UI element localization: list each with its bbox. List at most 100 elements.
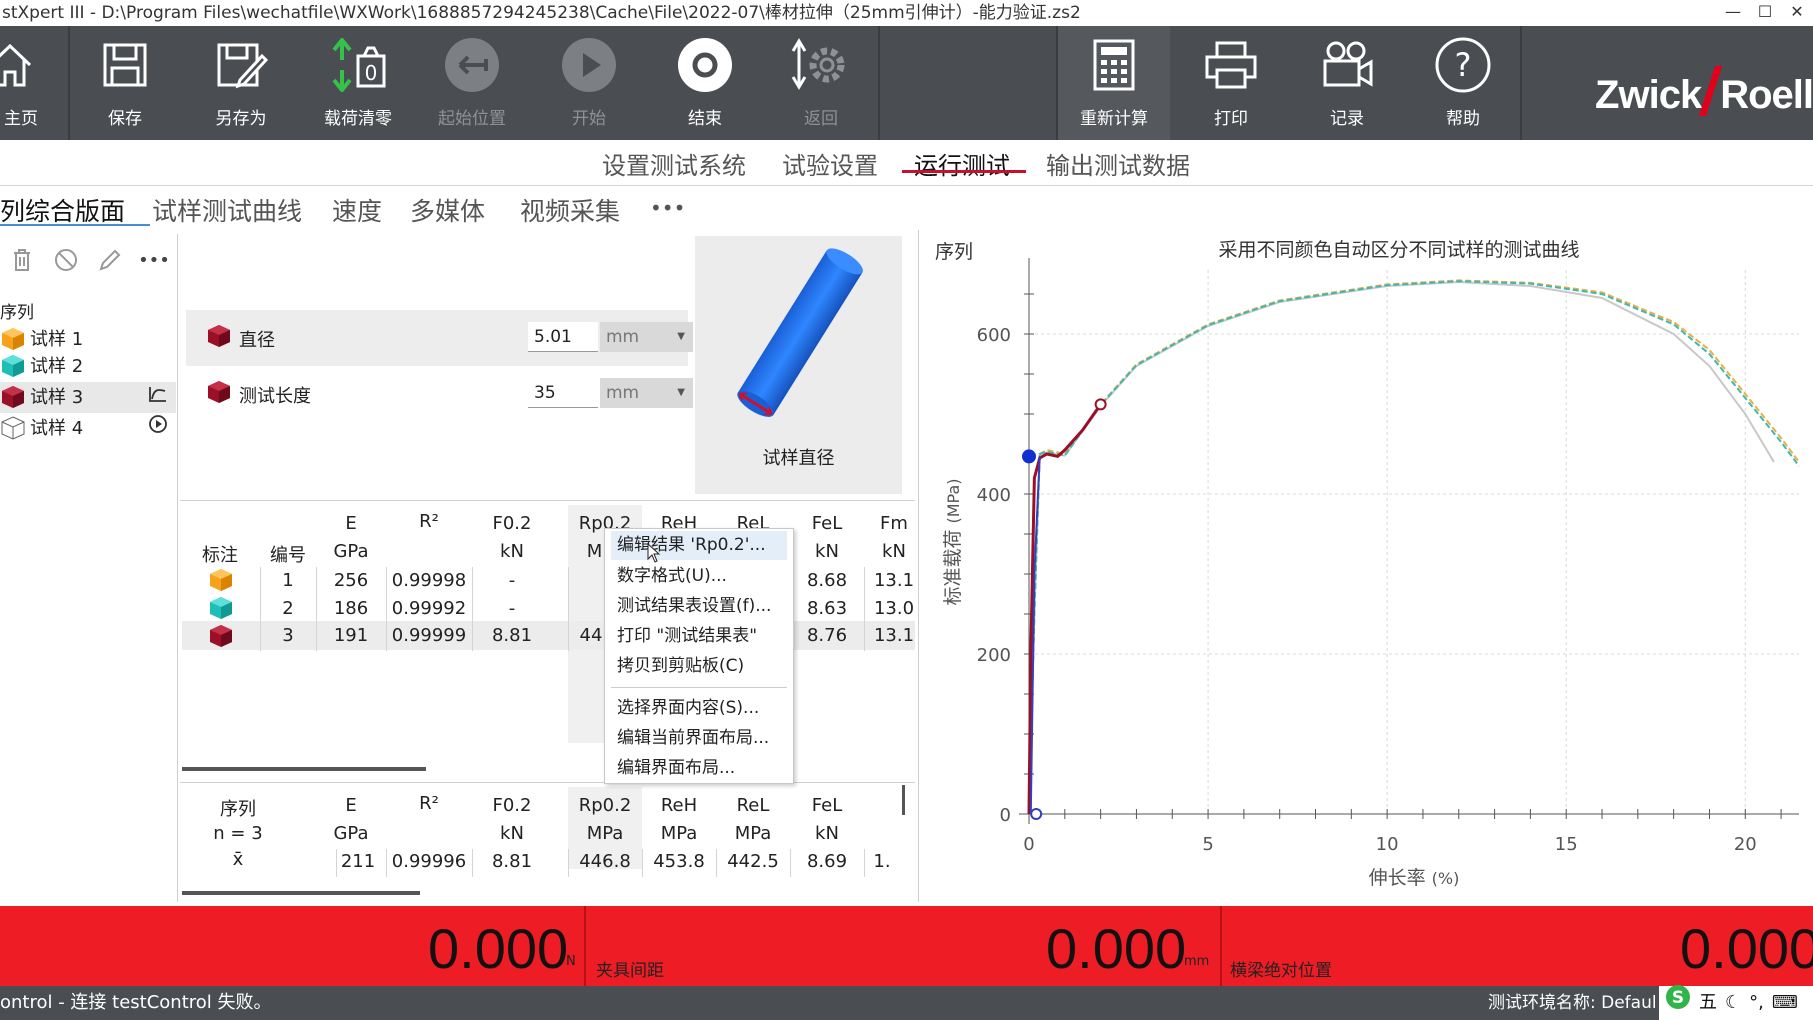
cell-fel: 8.68 <box>806 570 848 591</box>
window-title-bar: stXpert III - D:\Program Files\wechatfil… <box>0 0 1813 26</box>
menu-edit-result[interactable]: 编辑结果 'Rp0.2'... <box>611 531 787 560</box>
punctuation-icon: °, <box>1749 992 1764 1013</box>
menu-select-content[interactable]: 选择界面内容(S)... <box>611 694 787 723</box>
play-circle-icon[interactable] <box>148 413 168 444</box>
force-unit: N <box>566 954 576 969</box>
mean-rp02: 446.8 <box>579 851 631 872</box>
status-message: ontrol - 连接 testControl 失败。 <box>0 992 272 1013</box>
horizontal-scrollbar[interactable] <box>182 891 420 895</box>
specimen-item-4[interactable]: 试样 4 <box>0 413 176 444</box>
test-length-unit-select[interactable]: mm <box>600 378 693 408</box>
chart-title: 采用不同颜色自动区分不同试样的测试曲线 <box>1218 239 1579 261</box>
start-button[interactable]: 开始 <box>556 26 622 140</box>
menu-number-format[interactable]: 数字格式(U)... <box>611 562 787 591</box>
specimen-cube-icon <box>2 355 24 377</box>
grip-distance-label: 夹具间距 <box>596 961 664 981</box>
cell-fm: 13.1 <box>873 625 915 646</box>
horizontal-scrollbar[interactable] <box>182 767 426 771</box>
statistics-table: 序列 n = 3 x̄ E GPa R² F0.2 kN Rp0.2 MPa R… <box>180 782 915 902</box>
cell-fel: 8.63 <box>806 598 848 619</box>
cell-f02: - <box>508 598 516 619</box>
specimen-item-2[interactable]: 试样 2 <box>0 351 176 382</box>
ime-toolbar[interactable]: S 五 ☾ °, ⌨ <box>1659 985 1813 1020</box>
save-button[interactable]: 保存 <box>92 26 158 140</box>
help-icon: ? <box>1430 32 1496 98</box>
curve-icon[interactable] <box>148 382 168 413</box>
invalidate-icon[interactable] <box>44 248 88 278</box>
cell-fm: 13.1 <box>873 570 915 591</box>
tab-run-test[interactable]: 运行测试 <box>914 146 1010 181</box>
crosshead-position-readout: 0.000 <box>1680 917 1813 980</box>
minimize-button[interactable]: — <box>1717 0 1749 26</box>
home-icon <box>0 32 43 98</box>
edit-icon[interactable] <box>88 248 132 278</box>
tab-video-capture[interactable]: 视频采集 <box>520 192 620 228</box>
x-tick-label: 0 <box>1023 834 1034 855</box>
specimen-caption: 试样直径 <box>762 448 835 469</box>
record-button[interactable]: 记录 <box>1312 26 1382 140</box>
specimen-item-3[interactable]: 试样 3 <box>0 382 176 413</box>
menu-edit-layout[interactable]: 编辑界面布局... <box>611 754 787 783</box>
col-header-rp02: Rp0.2 <box>578 795 632 816</box>
mean-r2: 0.99996 <box>391 851 467 872</box>
stop-icon <box>672 32 738 98</box>
return-button[interactable]: 返回 <box>788 26 854 140</box>
window-controls: — ☐ ✕ <box>1717 0 1813 26</box>
col-header-number: 编号 <box>270 545 306 566</box>
menu-edit-current-layout[interactable]: 编辑当前界面布局... <box>611 724 787 753</box>
recalculate-button[interactable]: 重新计算 <box>1058 26 1170 140</box>
start-position-button[interactable]: 起始位置 <box>432 26 512 140</box>
col-header-e: E <box>345 795 357 816</box>
col-header-reh: ReH <box>660 795 698 816</box>
menu-print-table[interactable]: 打印 "测试结果表" <box>611 622 787 651</box>
more-tabs-button[interactable]: ••• <box>650 196 685 220</box>
tab-speed[interactable]: 速度 <box>332 192 382 228</box>
col-header-e: E <box>345 513 357 534</box>
svg-text:S: S <box>1672 988 1684 1008</box>
col-header-marker: 标注 <box>202 545 238 566</box>
tab-overview[interactable]: 列综合版面 <box>0 192 125 228</box>
cell-r2: 0.99999 <box>391 625 467 646</box>
col-header-fel: FeL <box>811 795 843 816</box>
specimen-cube-icon <box>2 328 24 350</box>
cell-fm: 13.0 <box>873 598 915 619</box>
cell-number: 3 <box>282 625 294 646</box>
x-tick-label: 15 <box>1555 834 1578 855</box>
save-as-icon <box>208 32 274 98</box>
readout-divider <box>1220 906 1222 986</box>
diameter-label: 直径 <box>239 330 275 351</box>
close-button[interactable]: ✕ <box>1781 0 1813 26</box>
menu-table-settings[interactable]: 测试结果表设置(f)... <box>611 592 787 621</box>
delete-icon[interactable] <box>0 248 44 278</box>
test-length-input[interactable]: 35 <box>528 378 598 408</box>
vertical-scrollbar[interactable] <box>902 785 905 815</box>
diameter-unit-select[interactable]: mm <box>600 322 693 352</box>
tare-load-button[interactable]: 0 载荷清零 <box>318 26 398 140</box>
cell-e: 256 <box>333 570 369 591</box>
col-header-r2: R² <box>419 793 439 814</box>
tab-export-data[interactable]: 输出测试数据 <box>1046 146 1190 181</box>
stress-strain-chart[interactable]: 0 5 10 15 200200400600序列 采用不同颜色自动区分不同试样的测试曲线伸… <box>919 230 1813 902</box>
view-tabs: 列综合版面 试样测试曲线 速度 多媒体 视频采集 ••• <box>0 188 1813 230</box>
diameter-input[interactable]: 5.01 <box>528 322 598 352</box>
active-tab-indicator <box>902 170 1026 173</box>
home-button[interactable]: 主页 <box>0 26 42 140</box>
mean-f02: 8.81 <box>491 851 533 872</box>
menu-copy-clipboard[interactable]: 拷贝到剪贴板(C) <box>611 652 787 681</box>
zwickroell-logo: Zwick Roell <box>1595 66 1813 118</box>
stop-button[interactable]: 结束 <box>672 26 738 140</box>
more-options-icon[interactable]: ••• <box>132 248 176 278</box>
workflow-tabs: 设置测试系统 试验设置 运行测试 输出测试数据 <box>0 140 1813 186</box>
tab-test-settings[interactable]: 试验设置 <box>782 146 878 181</box>
maximize-button[interactable]: ☐ <box>1749 0 1781 26</box>
tab-specimen-curve[interactable]: 试样测试曲线 <box>152 192 302 228</box>
tab-multimedia[interactable]: 多媒体 <box>410 192 485 228</box>
printer-icon <box>1198 32 1264 98</box>
tab-setup-system[interactable]: 设置测试系统 <box>602 146 746 181</box>
mean-rel: 442.5 <box>727 851 779 872</box>
cell-r2: 0.99998 <box>391 570 467 591</box>
help-button[interactable]: ? 帮助 <box>1428 26 1498 140</box>
save-as-button[interactable]: 另存为 <box>206 26 276 140</box>
print-button[interactable]: 打印 <box>1196 26 1266 140</box>
y-tick-label: 200 <box>977 645 1011 666</box>
